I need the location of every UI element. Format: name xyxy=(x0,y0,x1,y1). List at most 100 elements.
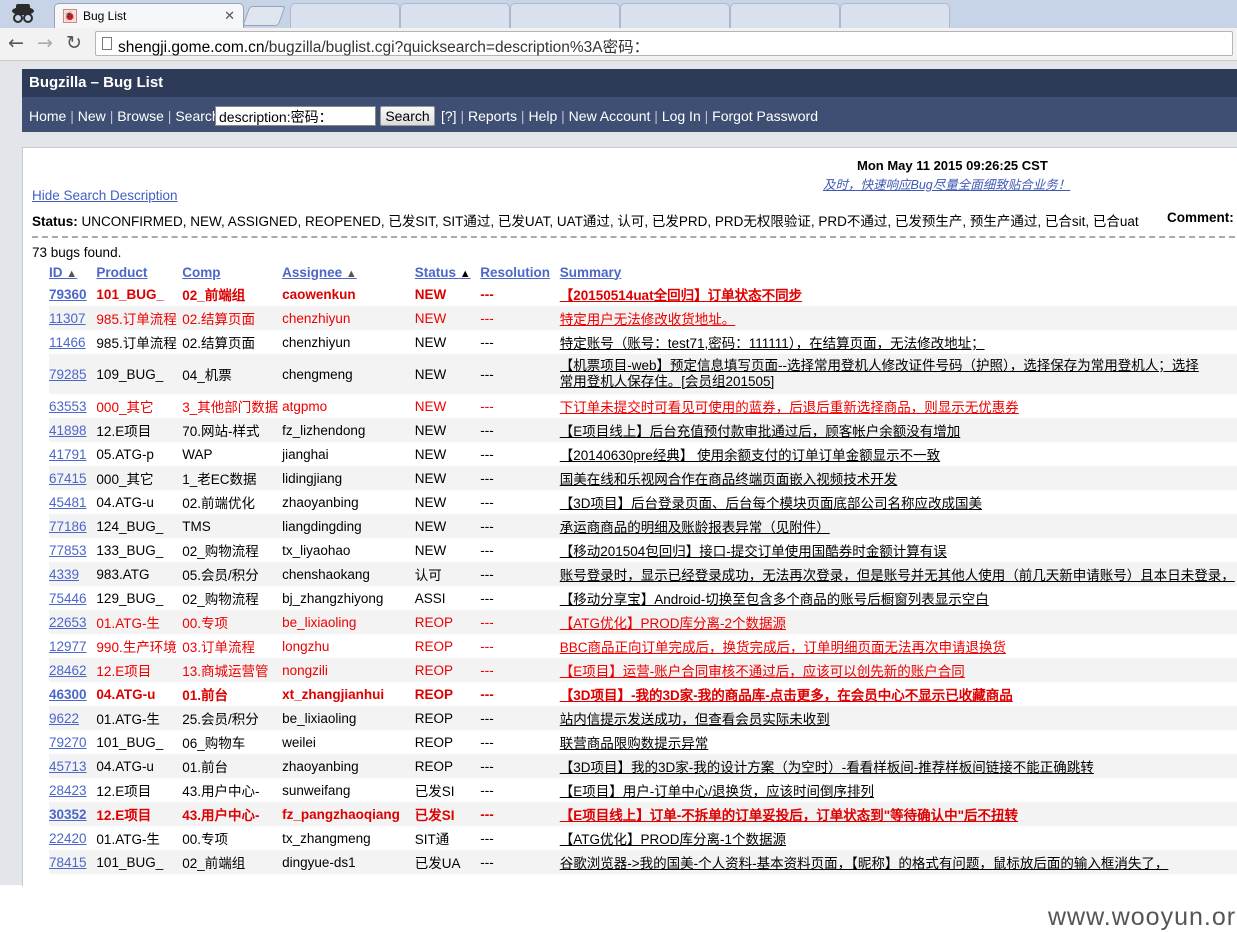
bug-id-link[interactable]: 78415 xyxy=(49,855,87,870)
bug-summary-link[interactable]: 承运商商品的明细及账龄报表异常（见附件） xyxy=(560,516,1237,536)
bug-summary-link[interactable]: 【E项目线上】订单-不拆单的订单妥投后，订单状态到"等待确认中"后不扭转 xyxy=(560,804,1237,824)
reload-icon[interactable]: ↻ xyxy=(66,32,82,54)
bug-product: 01.ATG-生 xyxy=(96,616,160,631)
bug-id-link[interactable]: 11307 xyxy=(49,311,86,326)
bug-id-link[interactable]: 67415 xyxy=(49,471,87,486)
quicksearch-help-link[interactable]: [?] xyxy=(441,108,457,124)
bug-id-link[interactable]: 63553 xyxy=(49,399,87,414)
nav-new[interactable]: New xyxy=(78,108,106,124)
bug-summary-link[interactable]: 【E项目】用户-订单中心/退换货，应该时间倒序排列 xyxy=(560,780,1237,800)
bug-table: ID ▲ Product Comp Assignee ▲ Status ▲ Re… xyxy=(49,262,1237,874)
hide-search-description-link[interactable]: Hide Search Description xyxy=(32,188,178,203)
nav-new-account[interactable]: New Account xyxy=(569,108,651,124)
bug-summary-link[interactable]: 【ATG优化】PROD库分离-2个数据源 xyxy=(560,612,1237,632)
tab-background[interactable] xyxy=(290,3,400,28)
bug-product: 124_BUG_ xyxy=(96,518,164,534)
bug-id-link[interactable]: 22653 xyxy=(49,615,87,630)
tab-background[interactable] xyxy=(620,3,730,28)
bug-id-link[interactable]: 28423 xyxy=(49,783,87,798)
column-header-comp[interactable]: Comp xyxy=(182,262,282,282)
bug-summary-link[interactable]: BBC商品正向订单完成后，换货完成后，订单明细页面无法再次申请退换货 xyxy=(560,636,1237,656)
address-bar[interactable]: shengji.gome.com.cn/bugzilla/buglist.cgi… xyxy=(95,31,1233,56)
bug-product-cell: 12.E项目 xyxy=(96,778,183,802)
bug-assignee: be_lixiaoling xyxy=(282,710,357,726)
column-header-id[interactable]: ID ▲ xyxy=(49,262,96,282)
back-arrow-icon[interactable]: ← xyxy=(8,32,24,54)
nav-links: Home | New | Browse | Search | descripti… xyxy=(22,97,1237,132)
bug-component-cell: 43.用户中心- xyxy=(182,802,283,826)
column-header-assignee[interactable]: Assignee ▲ xyxy=(282,262,415,282)
nav-forgot-password[interactable]: Forgot Password xyxy=(712,108,818,124)
bug-id-link[interactable]: 79360 xyxy=(49,287,87,302)
tab-background[interactable] xyxy=(730,3,840,28)
bug-summary-link[interactable]: 账号登录时，显示已经登录成功，无法再次登录，但是账号并无其他人使用（前几天新申请… xyxy=(560,564,1237,584)
column-header-status[interactable]: Status ▲ xyxy=(415,262,481,282)
bug-resolution: --- xyxy=(480,662,494,678)
bug-id-link[interactable]: 22420 xyxy=(49,831,87,846)
nav-reports[interactable]: Reports xyxy=(468,108,517,124)
nav-search[interactable]: Search xyxy=(175,108,219,124)
bug-id-link[interactable]: 28462 xyxy=(49,663,87,678)
column-header-resolution[interactable]: Resolution xyxy=(480,262,559,282)
column-header-summary[interactable]: Summary xyxy=(560,262,1237,282)
bug-id-link[interactable]: 77186 xyxy=(49,519,87,534)
bug-summary-link[interactable]: 【移动201504包回归】接口-提交订单使用国酷券时金额计算有误 xyxy=(560,540,1237,560)
bug-component-cell: 02.结算页面 xyxy=(182,330,283,354)
bug-summary-link[interactable]: 【ATG优化】PROD库分离-1个数据源 xyxy=(560,828,1237,848)
bug-summary-link[interactable]: 特定账号（账号：test71,密码：111111），在结算页面，无法修改地址； xyxy=(560,332,1237,352)
bug-id-link[interactable]: 77853 xyxy=(49,543,87,558)
bug-id-link[interactable]: 11466 xyxy=(49,335,86,350)
bug-summary-link[interactable]: 【20150514uat全回归】订单状态不同步 xyxy=(560,284,1237,304)
bug-id-link[interactable]: 75446 xyxy=(49,591,87,606)
bug-summary-link[interactable]: 谷歌浏览器->我的国美-个人资料-基本资料页面，【昵称】的格式有问题，鼠标放后面… xyxy=(560,852,1237,872)
bug-summary-link-cell: 联营商品限购数提示异常 xyxy=(559,730,1237,754)
bug-summary-link[interactable]: 【E项目线上】后台充值预付款审批通过后，顾客帐户余额没有增加 xyxy=(560,420,1237,440)
bug-assignee-cell: lidingjiang xyxy=(282,466,415,490)
new-tab-button[interactable] xyxy=(242,6,286,26)
bug-summary-link[interactable]: 国美在线和乐视网合作在商品终端页面嵌入视频技术开发 xyxy=(560,468,1237,488)
bug-summary-link[interactable]: 站内信提示发送成功，但查看会员实际未收到 xyxy=(560,708,1237,728)
bug-summary-link[interactable]: 【E项目】运营-账户合同审核不通过后，应该可以创先新的账户合同 xyxy=(560,660,1237,680)
bug-status: NEW xyxy=(414,494,447,510)
nav-browse[interactable]: Browse xyxy=(117,108,164,124)
quicksearch-input[interactable]: description:密码： xyxy=(215,106,376,126)
bug-product-cell: 983.ATG xyxy=(96,562,183,586)
column-header-product[interactable]: Product xyxy=(96,262,182,282)
bug-id-link[interactable]: 45713 xyxy=(49,759,87,774)
bug-summary-link[interactable]: 【3D项目】后台登录页面、后台每个模块页面底部公司名称应改成国美 xyxy=(560,492,1237,512)
bug-id-link[interactable]: 41898 xyxy=(49,423,87,438)
bug-assignee: zhaoyanbing xyxy=(282,494,359,510)
nav-home[interactable]: Home xyxy=(29,108,66,124)
bug-id-link[interactable]: 46300 xyxy=(49,687,87,702)
bug-summary-link[interactable]: 特定用户无法修改收货地址。 xyxy=(560,308,1237,328)
bug-summary-link[interactable]: 【3D项目】我的3D家-我的设计方案（为空时）-看看样板间-推荐样板间链接不能正… xyxy=(560,756,1237,776)
search-button[interactable]: Search xyxy=(380,106,435,126)
bug-product: 04.ATG-u xyxy=(96,686,156,702)
close-icon[interactable]: ✕ xyxy=(224,8,235,24)
tab-background[interactable] xyxy=(400,3,510,28)
bug-summary-link[interactable]: 【移动分享宝】Android-切换至包含多个商品的账号后橱窗列表显示空白 xyxy=(560,588,1237,608)
tab-background[interactable] xyxy=(840,3,950,28)
bug-id-link[interactable]: 12977 xyxy=(49,639,87,654)
bug-summary-link[interactable]: 【20140630pre经典】 使用余额支付的订单订单金额显示不一致 xyxy=(560,444,1237,464)
nav-log-in[interactable]: Log In xyxy=(662,108,701,124)
bug-id-link-cell: 63553 xyxy=(49,394,97,418)
bug-id-link[interactable]: 79270 xyxy=(49,735,87,750)
bug-status: NEW xyxy=(414,446,447,462)
bug-summary-link[interactable]: 【机票项目-web】预定信息填写页面--选择常用登机人修改证件号码（护照），选择… xyxy=(560,358,1200,390)
bug-summary-link[interactable]: 下订单未提交时可看见可使用的蓝券，后退后重新选择商品，则显示无优惠券 xyxy=(560,396,1237,416)
bug-summary-link[interactable]: 联营商品限购数提示异常 xyxy=(560,732,1237,752)
bug-id-link[interactable]: 41791 xyxy=(49,447,87,462)
bug-id-link[interactable]: 30352 xyxy=(49,807,87,822)
motto-link[interactable]: 及时，快速响应Bug尽量全面细致贴合业务！ xyxy=(823,174,1070,193)
bug-id-link[interactable]: 79285 xyxy=(49,367,87,382)
bug-id-link[interactable]: 45481 xyxy=(49,495,87,510)
tab-background[interactable] xyxy=(510,3,620,28)
forward-arrow-icon[interactable]: → xyxy=(37,32,53,54)
bug-summary-link[interactable]: 【3D项目】-我的3D家-我的商品库-点击更多，在会员中心不显示已收藏商品 xyxy=(560,684,1237,704)
tab-bug-list[interactable]: 🐞 Bug List ✕ xyxy=(54,3,244,28)
bug-id-link[interactable]: 9622 xyxy=(49,711,79,726)
nav-help[interactable]: Help xyxy=(528,108,557,124)
bug-id-link[interactable]: 4339 xyxy=(49,567,79,582)
bug-component: 01.前台 xyxy=(182,760,229,775)
